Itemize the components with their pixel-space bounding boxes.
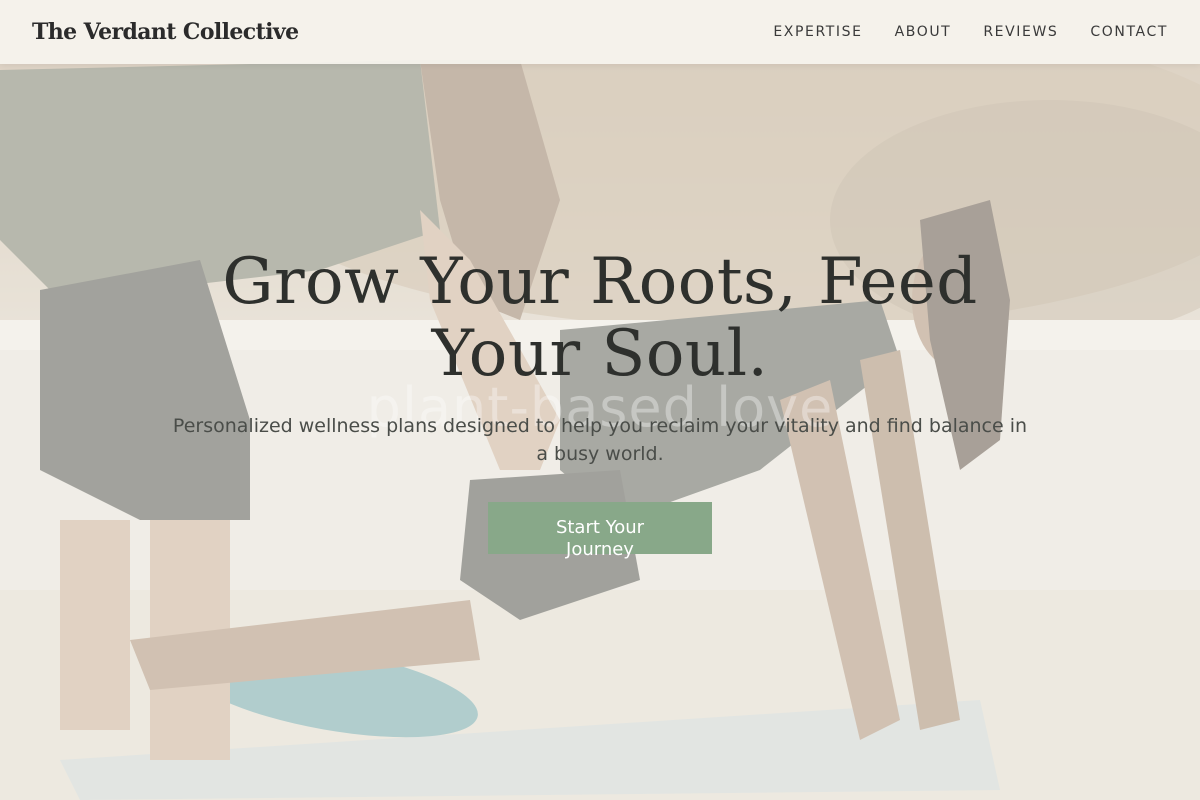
hero-headline: Grow Your Roots, Feed Your Soul. (222, 245, 978, 391)
nav-link-contact[interactable]: CONTACT (1090, 24, 1168, 40)
brand-logo[interactable]: The Verdant Collective (32, 19, 299, 45)
nav-link-expertise[interactable]: EXPERTISE (773, 24, 862, 40)
hero-content: Grow Your Roots, Feed Your Soul. Persona… (0, 245, 1200, 560)
start-journey-button[interactable]: Start Your Journey (488, 502, 712, 560)
nav-link-about[interactable]: ABOUT (895, 24, 952, 40)
top-navigation: The Verdant Collective EXPERTISE ABOUT R… (0, 0, 1200, 64)
nav-links: EXPERTISE ABOUT REVIEWS CONTACT (773, 24, 1168, 40)
hero-subheadline: Personalized wellness plans designed to … (172, 415, 1028, 465)
nav-link-reviews[interactable]: REVIEWS (983, 24, 1058, 40)
